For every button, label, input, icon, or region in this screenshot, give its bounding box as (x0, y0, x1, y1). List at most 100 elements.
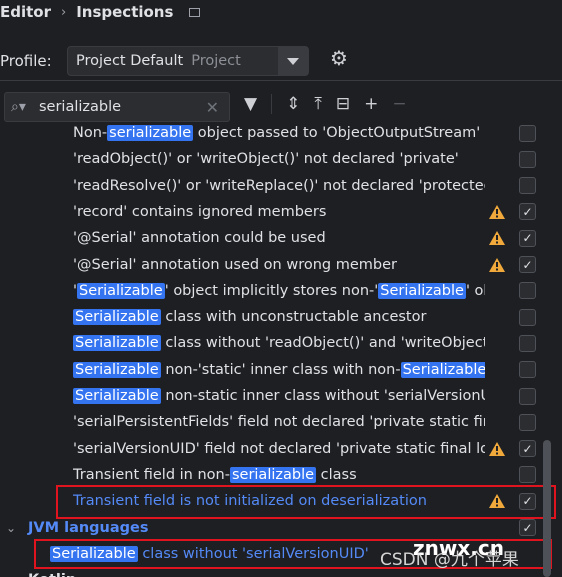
search-match: Serializable (77, 282, 165, 299)
breadcrumb-inspections: Inspections (76, 3, 174, 21)
inspection-row[interactable]: 'readResolve()' or 'writeReplace()' not … (0, 173, 540, 199)
search-icon: ⌕▾ (11, 99, 26, 115)
inspection-row[interactable]: ' Serializable ' object implicitly stores … (0, 278, 540, 304)
label-text: non-static inner class without 'serialVe… (160, 388, 485, 404)
search-match: Serializable (73, 388, 161, 404)
label-text: class with unconstructable ancestor (160, 309, 427, 326)
inspection-label: Serializable class without 'readObject()… (73, 335, 485, 352)
profile-dropdown[interactable]: Project Default Project (67, 46, 309, 76)
breadcrumb: Editor › Inspections (0, 3, 201, 21)
search-match: serializable (229, 466, 317, 483)
enable-checkbox[interactable] (519, 334, 536, 352)
annotation-box (56, 485, 556, 519)
inspection-label: 'serialVersionUID' field not declared 'p… (73, 441, 485, 457)
inspection-label: '@Serial' annotation used on wrong membe… (73, 257, 485, 273)
inspection-label: 'record' contains ignored members (73, 204, 485, 220)
chevron-right-icon[interactable]: › (6, 573, 11, 577)
label-text: 'serialVersionUID' field not declared 'p… (73, 440, 485, 457)
search-match: Serializable (73, 361, 161, 378)
inspection-label: Serializable class with unconstructable … (73, 309, 485, 326)
inspection-row[interactable]: Serializable class without 'readObject()… (0, 330, 540, 356)
label-text: Non- (73, 125, 108, 141)
label-text: '@Serial' annotation could be used (73, 230, 326, 247)
inspection-label: Serializable non-'static' inner class wi… (73, 361, 485, 378)
enable-checkbox[interactable]: ✓ (519, 440, 536, 458)
scrollbar[interactable] (543, 440, 551, 577)
inspection-label: 'readResolve()' or 'writeReplace()' not … (73, 178, 485, 194)
gear-icon[interactable]: ⚙ (330, 46, 348, 70)
collapse-all-icon[interactable]: ⤒ (314, 94, 322, 114)
add-icon[interactable]: + (364, 94, 378, 114)
inspection-row[interactable]: Transient field in non-serializable clas… (0, 462, 540, 488)
chevron-right-icon: › (61, 4, 67, 20)
label-text: '@Serial' annotation used on wrong membe… (73, 256, 397, 273)
reset-icon[interactable]: ⊟ (336, 94, 350, 114)
profile-row: Profile: Project Default Project ⚙ (0, 46, 348, 76)
window-icon[interactable] (189, 7, 201, 17)
profile-label: Profile: (0, 52, 52, 70)
inspection-row[interactable]: 'serialVersionUID' field not declared 'p… (0, 436, 540, 462)
inspection-row[interactable]: Non-serializable object passed to 'Objec… (0, 121, 540, 146)
inspection-label: Transient field in non-serializable clas… (73, 466, 485, 483)
label-text: 'readObject()' or 'writeObject()' not de… (73, 151, 459, 168)
label-text: class without 'readObject()' and 'writeO… (160, 335, 485, 352)
warning-icon (489, 231, 505, 246)
chevron-down-icon[interactable]: ⌄ (6, 521, 16, 535)
label-text: object passed to 'ObjectOutputStream' (193, 125, 481, 141)
inspection-row[interactable]: '@Serial' annotation used on wrong membe… (0, 252, 540, 278)
group-label: Kotlin (28, 572, 76, 577)
search-input[interactable]: ⌕▾ serializable ✕ (4, 92, 230, 122)
inspection-row[interactable]: 'record' contains ignored members ✓ (0, 199, 540, 225)
group-label: JVM languages (28, 519, 149, 536)
label-text: 'readResolve()' or 'writeReplace()' not … (73, 177, 485, 194)
inspection-row[interactable]: Serializable non-'static' inner class wi… (0, 357, 540, 383)
expand-all-icon[interactable]: ⇕ (286, 94, 300, 114)
divider (0, 80, 562, 81)
inspection-row[interactable]: Serializable non-static inner class with… (0, 383, 540, 409)
enable-checkbox[interactable] (519, 282, 536, 300)
breadcrumb-editor[interactable]: Editor (0, 3, 51, 21)
enable-checkbox[interactable] (519, 413, 536, 431)
search-match: Serializable (73, 335, 161, 352)
enable-checkbox[interactable] (519, 124, 536, 142)
label-text: ' object implicitly stores non-' (164, 282, 379, 299)
label-text: Transient field in non- (73, 466, 230, 483)
inspection-row[interactable]: 'readObject()' or 'writeObject()' not de… (0, 146, 540, 172)
search-match: Serializable (378, 282, 466, 299)
inspection-row[interactable]: '@Serial' annotation could be used ✓ (0, 225, 540, 251)
enable-checkbox[interactable]: ✓ (519, 229, 536, 247)
inspection-row[interactable]: Serializable class with unconstructable … (0, 304, 540, 330)
inspection-row[interactable]: 'serialPersistentFields' field not decla… (0, 409, 540, 435)
inspection-label: 'readObject()' or 'writeObject()' not de… (73, 151, 485, 167)
close-icon[interactable]: ✕ (206, 98, 219, 117)
enable-checkbox[interactable] (519, 466, 536, 484)
chevron-down-icon[interactable] (278, 47, 308, 75)
filter-icon[interactable]: ▼ (244, 94, 257, 114)
enable-checkbox[interactable] (519, 387, 536, 405)
remove-icon: − (392, 94, 407, 114)
label-text: class (316, 466, 357, 483)
profile-scope: Project (191, 53, 241, 69)
enable-checkbox[interactable] (519, 150, 536, 168)
warning-icon (489, 204, 505, 219)
label-text: ' object (465, 282, 485, 299)
inspection-label: 'serialPersistentFields' field not decla… (73, 414, 485, 430)
enable-checkbox[interactable] (519, 361, 536, 379)
search-match: serializable (107, 125, 194, 141)
search-value: serializable (39, 99, 122, 115)
enable-checkbox[interactable] (519, 308, 536, 326)
toolbar-separator (271, 94, 273, 114)
inspection-label: ' Serializable ' object implicitly stores … (73, 282, 485, 299)
enable-checkbox[interactable]: ✓ (519, 519, 536, 536)
warning-icon (489, 441, 505, 456)
toolbar: ▼ ⇕ ⤒ ⊟ + − (244, 94, 407, 114)
enable-checkbox[interactable]: ✓ (519, 256, 536, 273)
inspection-label: '@Serial' annotation could be used (73, 230, 485, 246)
label-text: 'record' contains ignored members (73, 203, 327, 220)
enable-checkbox[interactable] (519, 177, 536, 195)
profile-value: Project Default (76, 53, 184, 69)
enable-checkbox[interactable]: ✓ (519, 203, 536, 221)
warning-icon (489, 257, 505, 272)
inspection-label: Serializable non-static inner class with… (73, 388, 485, 404)
search-match: Serializable (73, 309, 161, 326)
